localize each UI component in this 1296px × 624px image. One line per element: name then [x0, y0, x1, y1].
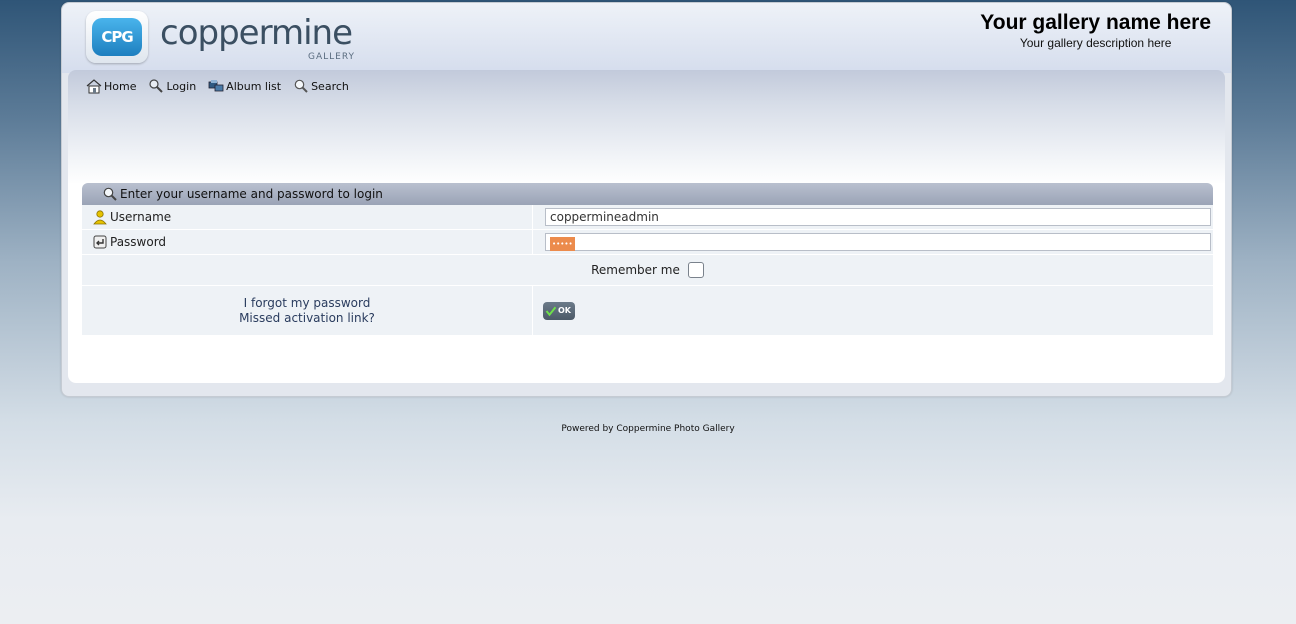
header: CPG coppermine GALLERY Your gallery name…: [62, 3, 1231, 73]
nav-album-list[interactable]: Album list: [208, 78, 281, 94]
gallery-name: Your gallery name here: [980, 11, 1211, 34]
powered-by-text: Powered by: [561, 424, 614, 434]
logo-badge: CPG: [86, 11, 148, 63]
forgot-password-link[interactable]: I forgot my password: [244, 296, 371, 310]
login-header: Enter your username and password to logi…: [82, 183, 1213, 205]
links-row: I forgot my password Missed activation l…: [82, 286, 1213, 336]
home-icon: [86, 78, 102, 94]
username-input[interactable]: coppermineadmin: [545, 208, 1211, 226]
page-frame: CPG coppermine GALLERY Your gallery name…: [61, 2, 1232, 397]
ok-button-label: OK: [558, 306, 571, 315]
user-icon: [92, 209, 108, 225]
password-label-cell: Password: [82, 230, 532, 254]
password-input-cell: •••••: [532, 230, 1213, 254]
login-form: Enter your username and password to logi…: [82, 183, 1213, 336]
password-label: Password: [110, 235, 167, 249]
login-heading: Enter your username and password to logi…: [120, 187, 383, 201]
password-icon: [92, 234, 108, 250]
nav-home-label: Home: [104, 79, 137, 93]
logo-wordmark: coppermine: [160, 13, 353, 53]
logo-subtitle: GALLERY: [308, 52, 356, 62]
login-key-icon: [148, 78, 164, 94]
remember-row: Remember me: [82, 255, 1213, 286]
recovery-links: I forgot my password Missed activation l…: [82, 286, 532, 335]
nav-album-list-label: Album list: [226, 79, 282, 93]
username-label: Username: [110, 210, 172, 224]
album-list-icon: [208, 78, 224, 94]
password-mask: •••••: [550, 237, 575, 251]
nav-search-label: Search: [311, 79, 349, 93]
missed-activation-link[interactable]: Missed activation link?: [239, 311, 375, 325]
submit-cell: OK: [532, 286, 1213, 335]
main-content: Enter your username and password to logi…: [68, 183, 1225, 383]
remember-label: Remember me: [591, 263, 680, 277]
search-icon: [293, 78, 309, 94]
nav-search[interactable]: Search: [293, 78, 349, 94]
coppermine-link[interactable]: Coppermine Photo Gallery: [616, 424, 734, 434]
username-input-cell: coppermineadmin: [532, 205, 1213, 229]
site-name: Your gallery name here Your gallery desc…: [980, 10, 1211, 50]
password-row: Password •••••: [82, 230, 1213, 255]
remember-checkbox[interactable]: [687, 262, 704, 278]
footer: Powered by Coppermine Photo Gallery: [0, 424, 1296, 434]
username-row: Username coppermineadmin: [82, 205, 1213, 230]
main-nav: Home Login Album list Search: [86, 78, 349, 94]
gallery-description: Your gallery description here: [1019, 36, 1172, 50]
magnifier-icon: [102, 186, 118, 202]
password-input[interactable]: •••••: [545, 233, 1211, 251]
nav-panel: Home Login Album list Search: [68, 70, 1225, 185]
nav-home[interactable]: Home: [86, 78, 136, 94]
nav-login-label: Login: [166, 79, 197, 93]
logo[interactable]: CPG coppermine GALLERY: [86, 11, 376, 67]
logo-badge-text: CPG: [92, 18, 142, 56]
ok-button[interactable]: OK: [543, 301, 575, 320]
nav-login[interactable]: Login: [148, 78, 196, 94]
username-label-cell: Username: [82, 205, 532, 229]
checkmark-icon: [545, 305, 557, 317]
